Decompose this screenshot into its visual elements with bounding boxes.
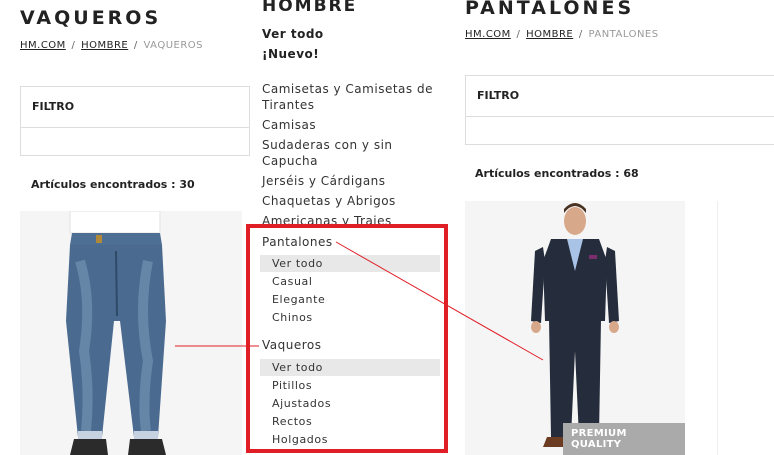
menu-see-all-link[interactable]: Ver todo xyxy=(262,27,324,41)
vaqueros-page: VAQUEROS HM.COM / HOMBRE / VAQUEROS FILT… xyxy=(0,0,250,455)
pantalones-elegante[interactable]: Elegante xyxy=(260,291,440,308)
suit-product-photo xyxy=(465,201,685,455)
breadcrumb-home-link[interactable]: HM.COM xyxy=(465,29,511,40)
product-card-jeans[interactable] xyxy=(20,211,242,455)
product-card-next[interactable] xyxy=(717,201,774,455)
menu-item-camisetas[interactable]: Camisetas y Camisetas de Tirantes xyxy=(262,81,442,113)
menu-item-chaquetas[interactable]: Chaquetas y Abrigos xyxy=(262,193,442,209)
product-card-suit[interactable]: PREMIUM QUALITY xyxy=(465,201,685,455)
breadcrumb-section-link[interactable]: HOMBRE xyxy=(526,29,573,40)
filter-panel[interactable]: FILTRO xyxy=(20,86,250,156)
menu-item-americanas[interactable]: Americanas y Trajes xyxy=(262,213,442,229)
filter-panel[interactable]: FILTRO xyxy=(465,75,774,145)
premium-quality-badge: PREMIUM QUALITY xyxy=(563,423,685,455)
menu-item-vaqueros[interactable]: Vaqueros xyxy=(262,337,442,353)
filter-label: FILTRO xyxy=(32,100,75,113)
vaqueros-pitillos[interactable]: Pitillos xyxy=(260,377,440,394)
breadcrumb: HM.COM / HOMBRE / PANTALONES xyxy=(465,29,659,40)
menu-item-pantalones[interactable]: Pantalones xyxy=(262,234,442,250)
breadcrumb-separator: / xyxy=(133,40,138,51)
menu-new-link[interactable]: ¡Nuevo! xyxy=(262,47,319,61)
menu-item-camisas[interactable]: Camisas xyxy=(262,117,442,133)
breadcrumb-separator: / xyxy=(71,40,76,51)
filter-divider xyxy=(21,127,249,128)
menu-heading: HOMBRE xyxy=(262,0,358,16)
vaqueros-rectos[interactable]: Rectos xyxy=(260,413,440,430)
breadcrumb-current: VAQUEROS xyxy=(143,40,204,51)
breadcrumb-section-link[interactable]: HOMBRE xyxy=(81,40,128,51)
filter-label: FILTRO xyxy=(477,89,520,102)
vaqueros-ajustados[interactable]: Ajustados xyxy=(260,395,440,412)
breadcrumb-separator: / xyxy=(516,29,521,40)
menu-item-jerseis[interactable]: Jerséis y Cárdigans xyxy=(262,173,442,189)
page-title: PANTALONES xyxy=(465,0,635,19)
page-title: VAQUEROS xyxy=(20,7,162,29)
jeans-product-photo xyxy=(20,211,242,455)
breadcrumb-home-link[interactable]: HM.COM xyxy=(20,40,66,51)
breadcrumb-current: PANTALONES xyxy=(588,29,659,40)
breadcrumb-separator: / xyxy=(578,29,583,40)
pantalones-casual[interactable]: Casual xyxy=(260,273,440,290)
pantalones-chinos[interactable]: Chinos xyxy=(260,309,440,326)
filter-divider xyxy=(466,116,774,117)
vaqueros-holgados[interactable]: Holgados xyxy=(260,431,440,448)
items-found-count: Artículos encontrados : 68 xyxy=(475,167,639,180)
pantalones-see-all[interactable]: Ver todo xyxy=(260,255,440,272)
items-found-count: Artículos encontrados : 30 xyxy=(31,178,195,191)
vaqueros-see-all[interactable]: Ver todo xyxy=(260,359,440,376)
breadcrumb: HM.COM / HOMBRE / VAQUEROS xyxy=(20,40,203,51)
pantalones-page: PANTALONES HM.COM / HOMBRE / PANTALONES … xyxy=(455,0,774,455)
menu-item-sudaderas[interactable]: Sudaderas con y sin Capucha xyxy=(262,137,442,169)
